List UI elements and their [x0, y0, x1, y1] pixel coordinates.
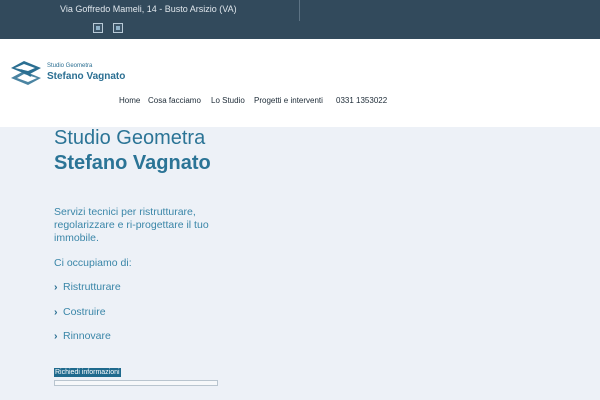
- hero-description: Servizi tecnici per ristrutturare, regol…: [54, 206, 209, 244]
- request-info-button[interactable]: Richiedi informazioni: [54, 368, 121, 377]
- address-text: Via Goffredo Mameli, 14 - Busto Arsizio …: [60, 4, 237, 14]
- service-label: Costruire: [63, 306, 106, 318]
- site-header: Studio Geometra Stefano Vagnato Home Cos…: [0, 39, 600, 127]
- chevron-right-icon: ›: [54, 330, 58, 342]
- hero-title-line1: Studio Geometra: [54, 127, 206, 149]
- hero-title-line2: Stefano Vagnato: [54, 152, 211, 174]
- topbar-divider: [299, 0, 300, 21]
- nav-item-lo-studio[interactable]: Lo Studio: [211, 96, 245, 105]
- social-square-icon[interactable]: [93, 23, 103, 33]
- service-item: › Costruire: [54, 306, 106, 318]
- service-item: › Ristrutturare: [54, 281, 121, 293]
- service-item: › Rinnovare: [54, 330, 111, 342]
- chevron-right-icon: ›: [54, 306, 58, 318]
- service-label: Ristrutturare: [63, 281, 121, 293]
- nav-item-phone[interactable]: 0331 1353022: [336, 96, 387, 105]
- request-info-field[interactable]: [54, 380, 218, 386]
- nav-item-progetti[interactable]: Progetti e interventi: [254, 96, 323, 105]
- nav-item-home[interactable]: Home: [119, 96, 140, 105]
- brand-name[interactable]: Stefano Vagnato: [47, 71, 125, 82]
- top-bar: Via Goffredo Mameli, 14 - Busto Arsizio …: [0, 0, 600, 39]
- chevron-right-icon: ›: [54, 281, 58, 293]
- hero-intro: Ci occupiamo di:: [54, 257, 132, 269]
- social-square-icon[interactable]: [113, 23, 123, 33]
- brand-subtitle: Studio Geometra: [47, 63, 93, 69]
- nav-item-cosa-facciamo[interactable]: Cosa facciamo: [148, 96, 201, 105]
- logo-icon[interactable]: [7, 59, 45, 87]
- service-label: Rinnovare: [63, 330, 111, 342]
